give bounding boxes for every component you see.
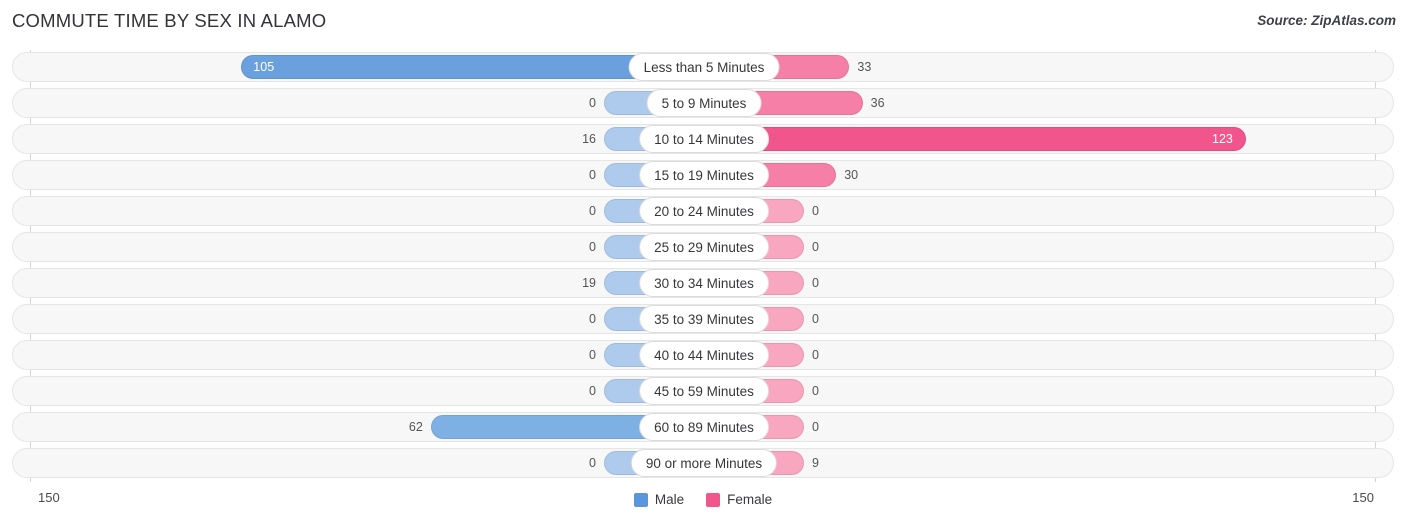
bar-value-female: 0 bbox=[812, 348, 819, 362]
legend-label: Female bbox=[727, 492, 773, 507]
table-row: 62 0 60 to 89 Minutes bbox=[12, 412, 1394, 442]
category-label: 20 to 24 Minutes bbox=[639, 197, 769, 225]
bar-value-female: 0 bbox=[812, 420, 819, 434]
category-label: 5 to 9 Minutes bbox=[646, 89, 762, 117]
bar-value-male: 0 bbox=[589, 348, 596, 362]
legend-item-female[interactable]: Female bbox=[706, 492, 772, 507]
bar-value-male: 0 bbox=[589, 240, 596, 254]
table-row: 0 0 45 to 59 Minutes bbox=[12, 376, 1394, 406]
plot-area: 105 33 Less than 5 Minutes 0 36 5 to 9 Minute… bbox=[0, 50, 1406, 486]
table-row: 16 123 10 to 14 Minutes bbox=[12, 124, 1394, 154]
category-label: 30 to 34 Minutes bbox=[639, 269, 769, 297]
bar-value-female: 0 bbox=[812, 240, 819, 254]
bar-value-male: 62 bbox=[408, 420, 423, 434]
legend-swatch-icon bbox=[633, 492, 648, 507]
bar-value-female: 0 bbox=[812, 384, 819, 398]
bar-value-male: 0 bbox=[589, 204, 596, 218]
row-inner: 0 9 90 or more Minutes bbox=[13, 449, 1395, 477]
row-inner: 0 0 45 to 59 Minutes bbox=[13, 377, 1395, 405]
category-label: 10 to 14 Minutes bbox=[639, 125, 769, 153]
row-inner: 0 0 40 to 44 Minutes bbox=[13, 341, 1395, 369]
row-inner: 0 30 15 to 19 Minutes bbox=[13, 161, 1395, 189]
page-title: COMMUTE TIME BY SEX IN ALAMO bbox=[12, 10, 327, 31]
legend-item-male[interactable]: Male bbox=[633, 492, 685, 507]
row-inner: 0 36 5 to 9 Minutes bbox=[13, 89, 1395, 117]
bar-value-male: 0 bbox=[589, 96, 596, 110]
row-inner: 16 123 10 to 14 Minutes bbox=[13, 125, 1395, 153]
table-row: 105 33 Less than 5 Minutes bbox=[12, 52, 1394, 82]
bar-value-female: 33 bbox=[857, 60, 872, 74]
bar-value-male: 16 bbox=[582, 132, 596, 146]
table-row: 0 36 5 to 9 Minutes bbox=[12, 88, 1394, 118]
bar-value-female: 123 bbox=[1212, 132, 1233, 146]
chart-footer: 150 150 Male Female bbox=[0, 486, 1406, 523]
category-label: 60 to 89 Minutes bbox=[639, 413, 769, 441]
row-inner: 62 0 60 to 89 Minutes bbox=[13, 413, 1395, 441]
category-label: 45 to 59 Minutes bbox=[639, 377, 769, 405]
bar-value-male: 19 bbox=[582, 276, 596, 290]
table-row: 19 0 30 to 34 Minutes bbox=[12, 268, 1394, 298]
bar-value-male: 0 bbox=[589, 168, 596, 182]
bar-value-female: 0 bbox=[812, 204, 819, 218]
row-inner: 0 0 25 to 29 Minutes bbox=[13, 233, 1395, 261]
bar-value-male: 0 bbox=[589, 312, 596, 326]
bar-value-female: 9 bbox=[812, 456, 819, 470]
legend: Male Female bbox=[0, 492, 1406, 507]
category-label: 15 to 19 Minutes bbox=[639, 161, 769, 189]
category-label: 90 or more Minutes bbox=[630, 449, 778, 477]
bar-value-female: 36 bbox=[870, 96, 885, 110]
source-attribution: Source: ZipAtlas.com bbox=[1257, 13, 1396, 28]
table-row: 0 30 15 to 19 Minutes bbox=[12, 160, 1394, 190]
legend-label: Male bbox=[654, 492, 685, 507]
category-label: 35 to 39 Minutes bbox=[639, 305, 769, 333]
bar-value-male: 105 bbox=[253, 60, 275, 74]
commute-time-chart: COMMUTE TIME BY SEX IN ALAMO Source: Zip… bbox=[0, 0, 1406, 523]
row-inner: 19 0 30 to 34 Minutes bbox=[13, 269, 1395, 297]
bar-value-female: 0 bbox=[812, 276, 819, 290]
category-label: 25 to 29 Minutes bbox=[639, 233, 769, 261]
table-row: 0 9 90 or more Minutes bbox=[12, 448, 1394, 478]
bar-female bbox=[704, 127, 1247, 151]
row-inner: 105 33 Less than 5 Minutes bbox=[13, 53, 1395, 81]
table-row: 0 0 25 to 29 Minutes bbox=[12, 232, 1394, 262]
table-row: 0 0 40 to 44 Minutes bbox=[12, 340, 1394, 370]
table-row: 0 0 35 to 39 Minutes bbox=[12, 304, 1394, 334]
bar-value-female: 0 bbox=[812, 312, 819, 326]
row-inner: 0 0 35 to 39 Minutes bbox=[13, 305, 1395, 333]
bar-value-male: 0 bbox=[589, 456, 596, 470]
category-label: 40 to 44 Minutes bbox=[639, 341, 769, 369]
bar-value-male: 0 bbox=[589, 384, 596, 398]
table-row: 0 0 20 to 24 Minutes bbox=[12, 196, 1394, 226]
category-label: Less than 5 Minutes bbox=[628, 53, 780, 81]
row-inner: 0 0 20 to 24 Minutes bbox=[13, 197, 1395, 225]
legend-swatch-icon bbox=[706, 492, 721, 507]
bar-value-female: 30 bbox=[844, 168, 859, 182]
